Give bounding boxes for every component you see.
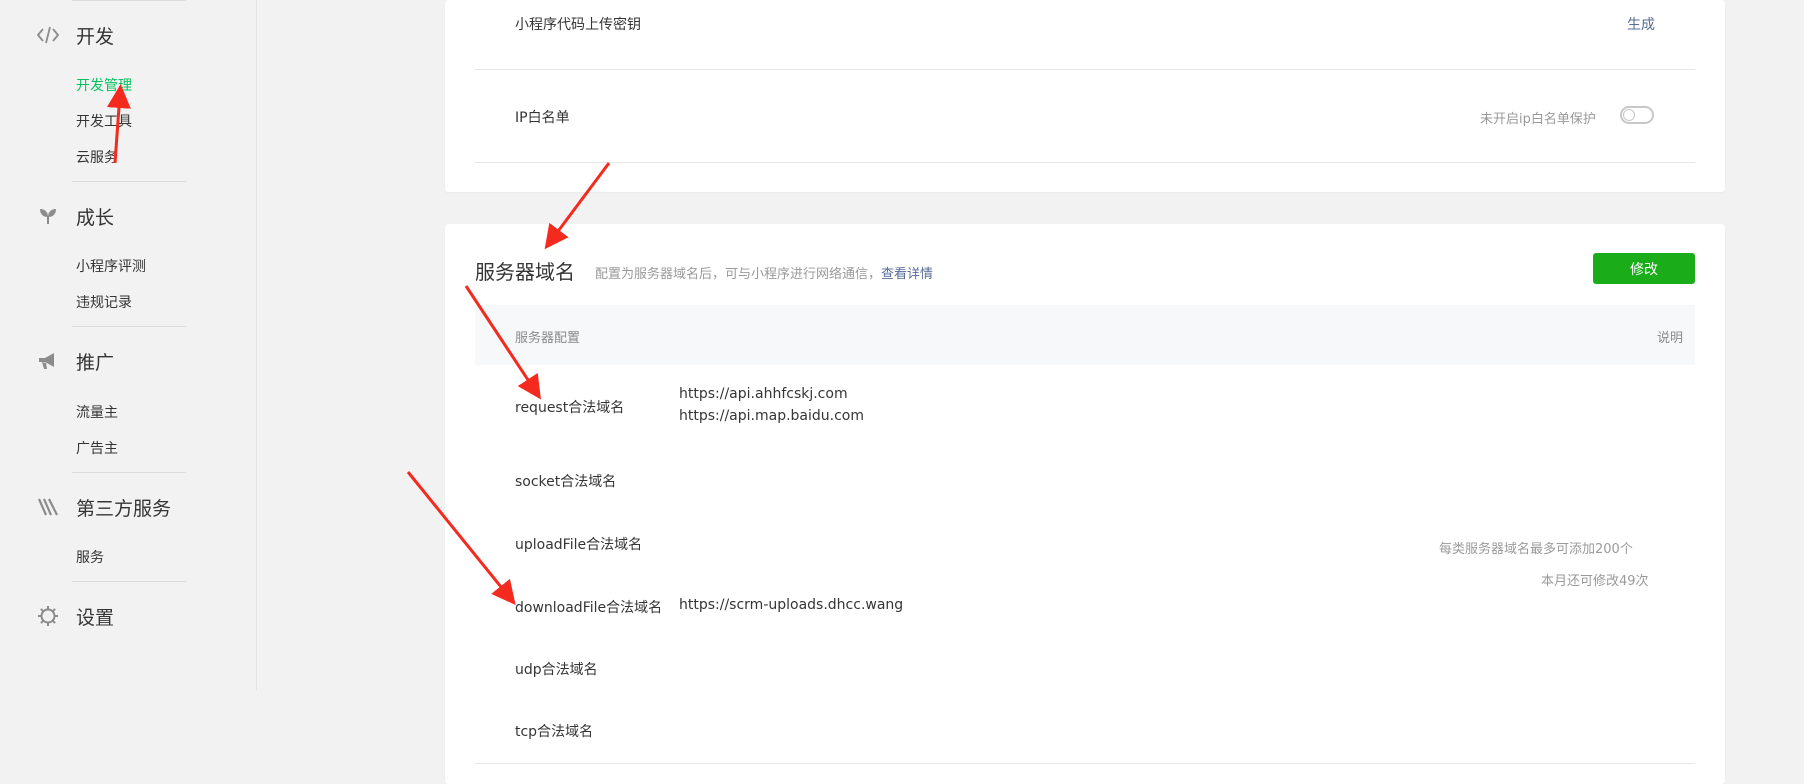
server-domain-card: 服务器域名 配置为服务器域名后，可与小程序进行网络通信，查看详情 修改 服务器配… xyxy=(445,224,1725,784)
view-details-link[interactable]: 查看详情 xyxy=(881,267,933,282)
domain-limit-note: 每类服务器域名最多可添加200个 xyxy=(1439,542,1633,557)
udp-domain-label: udp合法域名 xyxy=(515,662,598,678)
sidebar-item-dev-manage[interactable]: 开发管理 xyxy=(76,75,132,95)
sidebar-group-title: 第三方服务 xyxy=(76,497,172,520)
sidebar-item-evaluation[interactable]: 小程序评测 xyxy=(76,256,146,276)
ip-whitelist-toggle[interactable] xyxy=(1620,106,1654,124)
server-domain-description: 配置为服务器域名后，可与小程序进行网络通信，查看详情 xyxy=(595,263,933,282)
sidebar-item-violations[interactable]: 违规记录 xyxy=(76,292,132,312)
sidebar-group-title: 开发 xyxy=(76,25,115,48)
sidebar-group-settings[interactable]: 设置 xyxy=(36,601,114,631)
table-header: 服务器配置 说明 xyxy=(475,305,1695,365)
row-divider xyxy=(475,162,1695,163)
request-domain-label: request合法域名 xyxy=(515,400,625,416)
edit-button[interactable]: 修改 xyxy=(1593,253,1695,284)
generate-key-link[interactable]: 生成 xyxy=(1627,14,1655,34)
sidebar-item-traffic-owner[interactable]: 流量主 xyxy=(76,402,118,422)
description-text: 配置为服务器域名后，可与小程序进行网络通信， xyxy=(595,267,882,282)
code-icon xyxy=(36,23,60,47)
sidebar-group-develop[interactable]: 开发 xyxy=(36,20,114,50)
row-divider xyxy=(475,69,1695,70)
sidebar-divider xyxy=(72,326,186,327)
sidebar-group-third-party[interactable]: 第三方服务 xyxy=(36,492,171,522)
gear-icon xyxy=(36,604,60,628)
socket-domain-label: socket合法域名 xyxy=(515,474,617,490)
request-domain-value: https://api.map.baidu.com xyxy=(679,408,865,424)
tcp-domain-label: tcp合法域名 xyxy=(515,724,594,740)
sidebar-item-advertiser[interactable]: 广告主 xyxy=(76,438,118,458)
sidebar-group-promotion[interactable]: 推广 xyxy=(36,346,114,376)
sidebar-divider xyxy=(72,181,186,182)
header-server-config: 服务器配置 xyxy=(515,331,581,346)
row-divider xyxy=(475,763,1695,764)
ip-whitelist-status: 未开启ip白名单保护 xyxy=(1480,112,1596,127)
monthly-edit-note: 本月还可修改49次 xyxy=(1541,574,1649,589)
uploadfile-domain-label: uploadFile合法域名 xyxy=(515,537,643,553)
sidebar-group-growth[interactable]: 成长 xyxy=(36,201,114,231)
request-domain-value: https://api.ahhfcskj.com xyxy=(679,386,848,402)
sidebar-group-title: 推广 xyxy=(76,351,115,374)
toggle-knob xyxy=(1623,109,1635,121)
sidebar-group-title: 成长 xyxy=(76,206,115,229)
third-party-icon xyxy=(36,495,60,519)
sidebar-item-services[interactable]: 服务 xyxy=(76,547,104,567)
upload-key-label: 小程序代码上传密钥 xyxy=(515,17,641,33)
ip-whitelist-label: IP白名单 xyxy=(515,110,570,126)
sidebar-item-cloud-service[interactable]: 云服务 xyxy=(76,147,118,167)
server-domain-title: 服务器域名 xyxy=(475,260,575,284)
sidebar-top-divider xyxy=(72,0,186,1)
sidebar-divider xyxy=(72,472,186,473)
sidebar-divider xyxy=(72,581,186,582)
sprout-icon xyxy=(36,204,60,228)
sidebar-item-dev-tools[interactable]: 开发工具 xyxy=(76,111,132,131)
header-note: 说明 xyxy=(1657,331,1684,346)
sidebar-group-title: 设置 xyxy=(76,606,115,629)
downloadfile-domain-value: https://scrm-uploads.dhcc.wang xyxy=(679,597,904,613)
dev-settings-card: 小程序代码上传密钥 生成 IP白名单 未开启ip白名单保护 xyxy=(445,0,1725,192)
megaphone-icon xyxy=(36,349,60,373)
sidebar: 开发 开发管理 开发工具 云服务 成长 小程序评测 违规记录 推广 流量主 广告… xyxy=(0,0,257,690)
downloadfile-domain-label: downloadFile合法域名 xyxy=(515,600,663,616)
